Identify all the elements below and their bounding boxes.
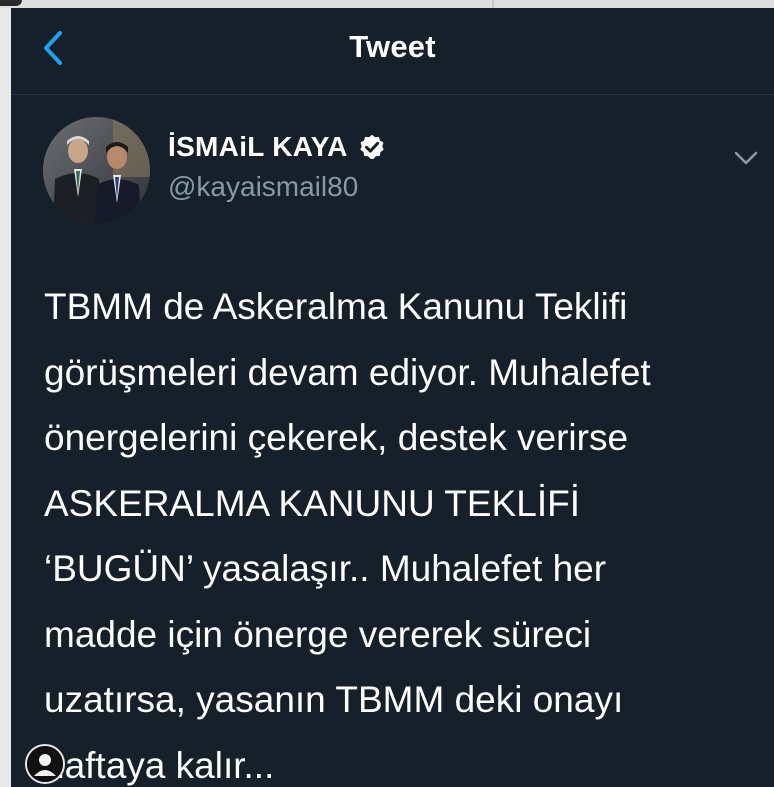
tweet-line: madde için önerge vererek süreci: [44, 613, 592, 655]
navigation-bar: Tweet: [11, 8, 774, 95]
tweet-line: ASKERALMA KANUNU TEKLİFİ: [44, 482, 580, 524]
tweet-line: haftaya kalır...: [44, 744, 275, 786]
screenshot-frame: Tweet İSMAiL KAYA @kayaismail80 TBMM de …: [0, 0, 774, 787]
profile-avatar-icon[interactable]: [25, 744, 65, 784]
author-display-name: İSMAiL KAYA: [168, 131, 348, 162]
page-title: Tweet: [349, 29, 436, 64]
tweet-line: önergelerini çekerek, destek verirse: [44, 417, 629, 458]
tweet-options-button[interactable]: [729, 141, 763, 175]
author-avatar[interactable]: [43, 117, 150, 224]
chevron-down-icon: [734, 151, 758, 165]
tweet-screen: Tweet İSMAiL KAYA @kayaismail80 TBMM de …: [11, 8, 774, 787]
person-silhouette-icon: [27, 746, 63, 782]
tweet-body: TBMM de Askeralma Kanunu Teklifi görüşme…: [44, 274, 754, 787]
top-left-corner-mark: [0, 0, 22, 6]
tweet-line: görüşmeleri devam ediyor. Muhalefet: [44, 351, 651, 393]
top-edge-tick: [492, 0, 494, 8]
top-edge-strip: [0, 0, 774, 8]
author-handle[interactable]: @kayaismail80: [168, 171, 358, 203]
tweet-line: TBMM de Askeralma Kanunu Teklifi: [44, 286, 628, 327]
tweet-line: uzatırsa, yasanın TBMM deki onayı: [44, 679, 624, 720]
tweet-line: ‘BUGÜN’ yasalaşır.. Muhalefet her: [44, 548, 607, 589]
author-name-row[interactable]: İSMAiL KAYA: [168, 131, 386, 163]
avatar-photo: [43, 117, 150, 224]
verified-badge-icon: [359, 134, 384, 160]
